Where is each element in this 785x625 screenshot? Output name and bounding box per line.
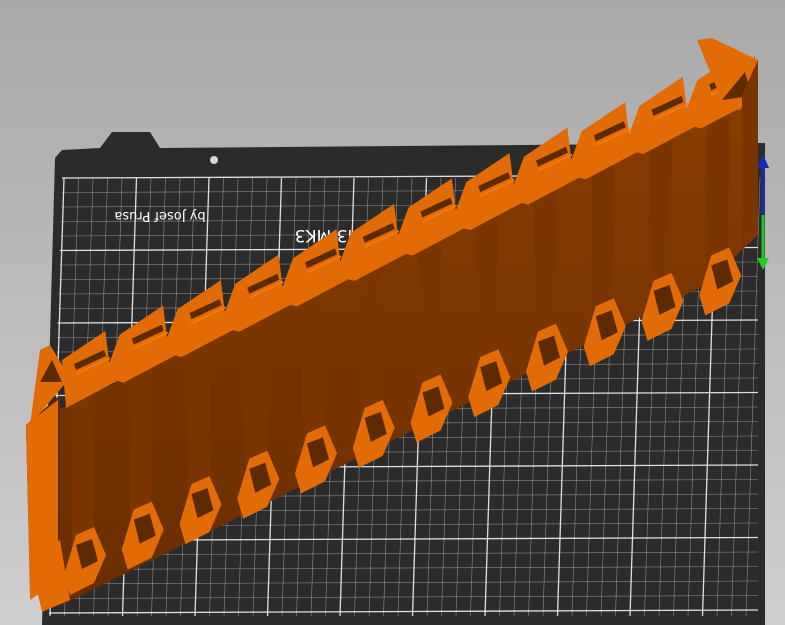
scene-canvas[interactable]: AL PRUSA i3 MK3 by Josef Prusa (0, 0, 785, 625)
bed-label-sub: by Josef Prusa (114, 208, 205, 223)
3d-viewport[interactable]: AL PRUSA i3 MK3 by Josef Prusa (0, 0, 785, 625)
bed-mount-hole (210, 156, 218, 164)
